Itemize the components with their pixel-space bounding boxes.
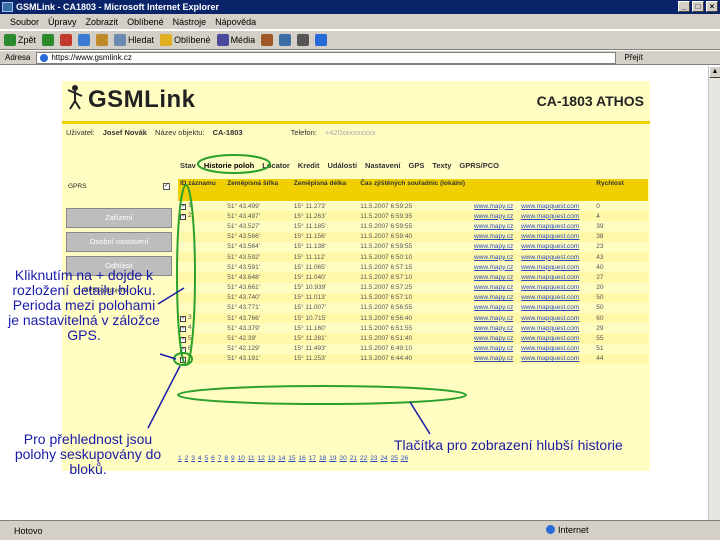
favorites-button[interactable]: Oblíbené <box>160 34 211 46</box>
back-arrow-icon <box>4 34 16 46</box>
star-icon <box>160 34 173 46</box>
search-icon <box>114 34 127 46</box>
media-button[interactable]: Média <box>216 34 255 46</box>
arrow-to-groups <box>147 365 181 429</box>
mail-icon[interactable] <box>279 34 292 46</box>
address-input[interactable]: https://www.gsmlink.cz <box>36 51 617 64</box>
ie-icon <box>2 2 13 12</box>
menu-item-3[interactable]: Oblíbené <box>127 17 164 27</box>
maximize-icon[interactable]: □ <box>692 1 704 12</box>
minimize-icon[interactable]: _ <box>678 1 690 12</box>
window-title: GSMLink - CA1803 - Microsoft Internet Ex… <box>16 2 220 12</box>
status-text: Hotovo <box>14 525 43 536</box>
arrow-to-plus-row <box>159 353 177 360</box>
browser-window: GSMLink - CA1803 - Microsoft Internet Ex… <box>0 0 720 540</box>
scroll-up-icon[interactable]: ▲ <box>709 66 720 78</box>
address-bar: Adresa https://www.gsmlink.cz Přejít <box>0 51 720 65</box>
page-content: GSMLink CA-1803 ATHOS Uživatel: Josef No… <box>0 66 708 520</box>
tab-highlight-ellipse <box>197 154 271 174</box>
menu-item-4[interactable]: Nástroje <box>173 17 207 27</box>
internet-zone: Internet <box>546 525 589 535</box>
menu-item-1[interactable]: Úpravy <box>48 17 77 27</box>
address-label: Adresa <box>5 53 31 62</box>
menu-item-2[interactable]: Zobrazit <box>86 17 119 27</box>
menu-item-0[interactable]: Soubor <box>10 17 39 27</box>
forward-arrow-icon[interactable] <box>42 34 55 46</box>
annotation-overlay <box>147 154 467 435</box>
history-icon[interactable] <box>261 34 274 46</box>
menu-item-5[interactable]: Nápověda <box>215 17 256 27</box>
stop-icon[interactable] <box>60 34 73 46</box>
search-button[interactable]: Hledat <box>114 34 154 46</box>
print-icon[interactable] <box>297 34 310 46</box>
plus-column-ellipse <box>176 184 196 366</box>
menu-bar: Soubor Úpravy Zobrazit Oblíbené Nástroje Nápo… <box>0 14 720 30</box>
toolbar: Zpět Hledat Oblíbené Média <box>0 31 720 50</box>
back-button[interactable]: Zpět <box>4 34 36 46</box>
arrow-to-plus <box>157 287 185 305</box>
go-button[interactable]: Přejít <box>624 53 643 62</box>
refresh-icon[interactable] <box>78 34 91 46</box>
edit-icon[interactable] <box>315 34 328 46</box>
home-icon[interactable] <box>96 34 109 46</box>
status-bar: Hotovo Internet <box>0 520 720 540</box>
arrow-to-pager <box>409 401 431 435</box>
close-icon[interactable]: × <box>706 1 718 12</box>
media-icon <box>216 34 229 46</box>
title-bar: GSMLink - CA1803 - Microsoft Internet Ex… <box>0 0 720 14</box>
vertical-scrollbar[interactable]: ▲ <box>708 66 720 520</box>
pager-highlight-ellipse <box>177 385 467 405</box>
